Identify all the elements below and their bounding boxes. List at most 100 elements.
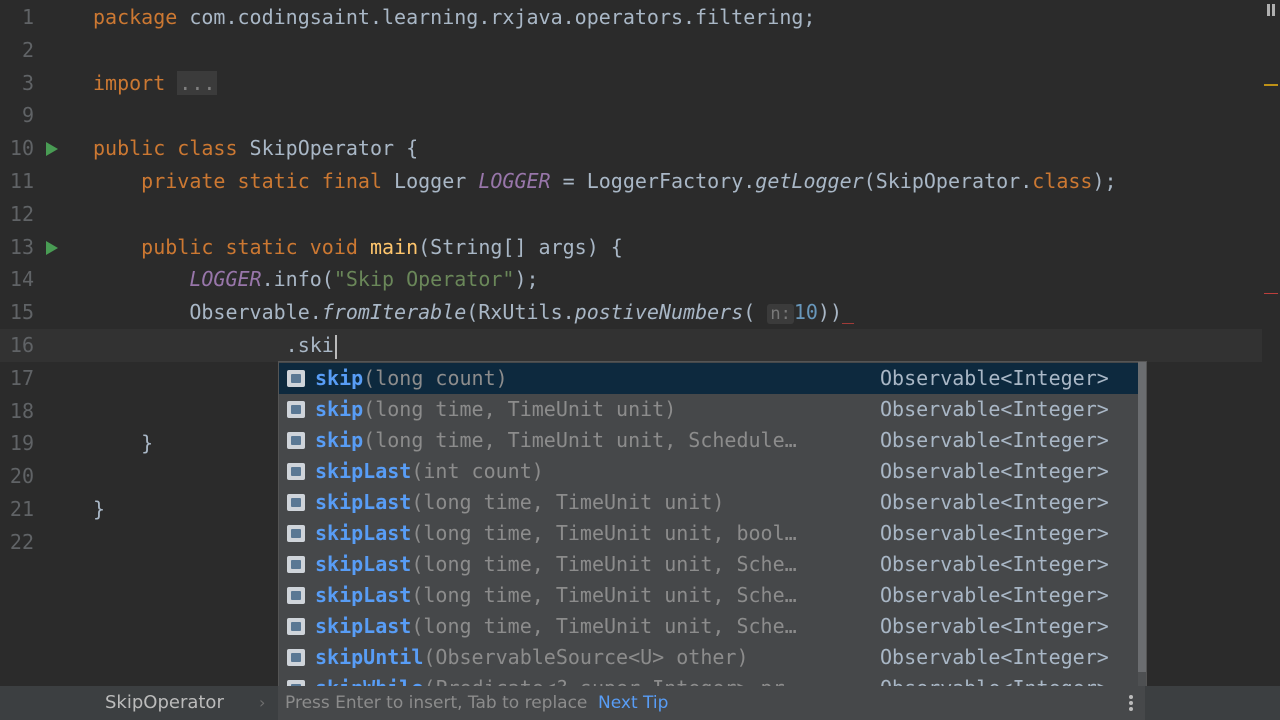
code-line[interactable]: 10 public class SkipOperator {: [0, 132, 1262, 165]
line-number: 22: [9, 529, 34, 554]
code-token: public static void: [141, 234, 358, 259]
breadcrumb[interactable]: SkipOperator: [105, 686, 224, 720]
code-token: 10: [793, 300, 818, 325]
code-token: Observable.: [93, 300, 322, 325]
completion-scrollbar-thumb[interactable]: [1138, 362, 1146, 672]
code-token: Logger: [382, 169, 479, 193]
parameter-hint: n:: [767, 304, 794, 325]
completion-match: skip: [315, 583, 364, 607]
completion-item-name: skipLast(long time, TimeUnit unit, Sche…: [315, 580, 797, 611]
code-token: public class: [93, 136, 238, 161]
line-number: 20: [9, 464, 34, 489]
code-token: main: [369, 234, 419, 259]
method-icon: [287, 494, 305, 511]
code-token: postiveNumbers: [574, 300, 744, 325]
error-marker[interactable]: [1264, 293, 1278, 294]
code-text: }: [93, 427, 153, 460]
line-number: 12: [9, 201, 34, 226]
completion-item[interactable]: skipLast(long time, TimeUnit unit, Sche……: [279, 549, 1138, 580]
code-token: import: [93, 70, 166, 95]
completion-item[interactable]: skip(long time, TimeUnit unit) Observable…: [279, 394, 1138, 425]
completion-name-rest: Last: [363, 490, 412, 514]
code-token: );: [1092, 169, 1117, 193]
completion-item-name: skipLast(long time, TimeUnit unit, Sche…: [315, 611, 797, 642]
completion-return-type: Observable<Integer>: [880, 459, 1109, 483]
code-token: );: [514, 267, 539, 292]
completion-name-rest: Last: [363, 614, 412, 638]
completion-name-rest: Last: [363, 583, 412, 607]
completion-match: skip: [315, 614, 364, 638]
line-number: 15: [9, 300, 34, 325]
line-number: 19: [9, 431, 34, 456]
code-line[interactable]: 12: [0, 198, 1262, 231]
code-text: private static final Logger LOGGER = Log…: [93, 165, 1117, 198]
text-cursor: [334, 334, 337, 359]
line-number: 9: [21, 103, 34, 128]
completion-match: skip: [315, 521, 364, 545]
method-icon: [287, 649, 305, 666]
code-text: import ...: [93, 67, 218, 100]
code-token: getLogger: [755, 169, 864, 193]
code-line[interactable]: 11 private static final Logger LOGGER = …: [0, 165, 1262, 198]
completion-params: (long time, TimeUnit unit, Schedule…: [363, 428, 797, 452]
code-line[interactable]: 2: [0, 34, 1262, 67]
method-icon: [287, 463, 305, 480]
code-token: LOGGER: [189, 267, 262, 292]
completion-scrollbar[interactable]: [1138, 362, 1146, 687]
code-line[interactable]: 14 LOGGER.info("Skip Operator");: [0, 263, 1262, 296]
completion-name-rest: Last: [363, 521, 412, 545]
code-text: Observable.fromIterable(RxUtils.postiveN…: [93, 296, 854, 331]
completion-item[interactable]: skipLast(long time, TimeUnit unit, Sche……: [279, 580, 1138, 611]
line-number: 2: [21, 37, 34, 62]
completion-match: skip: [315, 645, 364, 669]
completion-item[interactable]: skipLast(int count) Observable<Integer>: [279, 456, 1138, 487]
pause-icon[interactable]: [1266, 4, 1276, 16]
completion-return-type: Observable<Integer>: [880, 583, 1109, 607]
line-number: 11: [9, 169, 34, 193]
completion-item[interactable]: skip(long count) Observable<Integer>: [279, 363, 1138, 394]
code-line[interactable]: 13 public static void main(String[] args…: [0, 231, 1262, 264]
completion-popup[interactable]: skip(long count) Observable<Integer> skip(…: [278, 361, 1147, 688]
completion-item[interactable]: skipUntil(ObservableSource<U> other) Obse…: [279, 642, 1138, 673]
completion-params: (long time, TimeUnit unit): [411, 490, 725, 514]
line-number: 18: [9, 398, 34, 423]
code-token: fromIterable: [321, 300, 467, 325]
breadcrumb-arrow-icon: ›: [259, 693, 266, 712]
completion-item[interactable]: skipLast(long time, TimeUnit unit, Sche……: [279, 611, 1138, 642]
next-tip-link[interactable]: Next Tip: [598, 686, 668, 720]
completion-name-rest: Last: [363, 552, 412, 576]
completion-hint-text: Press Enter to insert, Tab to replace: [285, 693, 588, 713]
completion-item-name: skipLast(long time, TimeUnit unit, Sche…: [315, 549, 797, 580]
code-line[interactable]: 9: [0, 99, 1262, 132]
code-token: com.codingsaint.learning.rxjava.operator…: [177, 5, 816, 29]
warning-marker[interactable]: [1264, 84, 1278, 86]
completion-return-type: Observable<Integer>: [880, 490, 1109, 514]
completion-item[interactable]: skip(long time, TimeUnit unit, Schedule……: [279, 425, 1138, 456]
code-token: )): [817, 300, 842, 325]
run-gutter-icon[interactable]: [46, 240, 58, 255]
completion-return-type: Observable<Integer>: [880, 397, 1109, 421]
completion-return-type: Observable<Integer>: [880, 428, 1109, 452]
code-token: class: [1032, 169, 1093, 193]
method-icon: [287, 370, 305, 387]
line-number: 3: [21, 70, 34, 95]
completion-params: (long time, TimeUnit unit, bool…: [411, 521, 797, 545]
code-line[interactable]: 16 .ski: [0, 329, 1262, 362]
code-line[interactable]: 3 import ...: [0, 67, 1262, 100]
more-vertical-icon[interactable]: [1129, 695, 1133, 713]
folded-imports[interactable]: ...: [177, 70, 218, 95]
code-token: SkipOperator {: [237, 136, 419, 161]
completion-params: (long time, TimeUnit unit, Sche…: [411, 552, 797, 576]
run-gutter-icon[interactable]: [46, 142, 58, 157]
code-line[interactable]: 15 Observable.fromIterable(RxUtils.posti…: [0, 296, 1262, 329]
completion-item[interactable]: skipLast(long time, TimeUnit unit, bool……: [279, 518, 1138, 549]
completion-item-name: skipLast(long time, TimeUnit unit, bool…: [315, 518, 797, 549]
editor-scrollbar[interactable]: [1262, 0, 1280, 686]
completion-return-type: Observable<Integer>: [880, 614, 1109, 638]
method-icon: [287, 587, 305, 604]
code-line[interactable]: 1 package com.codingsaint.learning.rxjava…: [0, 1, 1262, 34]
completion-return-type: Observable<Integer>: [880, 645, 1109, 669]
completion-item[interactable]: skipLast(long time, TimeUnit unit) Observ…: [279, 487, 1138, 518]
